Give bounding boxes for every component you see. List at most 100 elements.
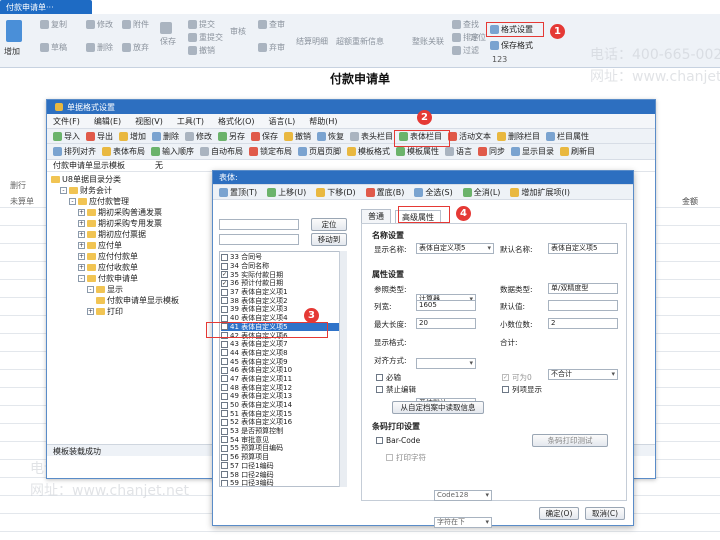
list-item[interactable]: 59 口径3编码: [221, 479, 345, 486]
checkbox[interactable]: [221, 375, 228, 383]
list-item[interactable]: ✓ 35 实际付款日期: [221, 270, 345, 279]
save-button[interactable]: 保存: [160, 22, 176, 47]
order-button-2[interactable]: 下移(D): [316, 187, 356, 198]
checkbox[interactable]: [376, 374, 383, 381]
collapse-icon[interactable]: -: [87, 286, 94, 293]
tb1-button-11[interactable]: 活动文本: [448, 131, 491, 142]
menu-item-4[interactable]: 格式化(O): [218, 116, 255, 127]
locate-button[interactable]: 定位: [470, 32, 486, 43]
integration-button[interactable]: 整账关联: [412, 36, 444, 47]
order-button-1[interactable]: 上移(U): [267, 187, 306, 198]
checkbox[interactable]: [221, 340, 228, 348]
default-value-input[interactable]: [548, 300, 618, 311]
barcode-type-select[interactable]: Code128: [434, 490, 492, 501]
tb2-button-7[interactable]: 模板属性: [396, 146, 439, 157]
expand-icon[interactable]: +: [78, 231, 85, 238]
tb2-button-4[interactable]: 锁定布局: [249, 146, 292, 157]
tb2-button-2[interactable]: 输入顺序: [151, 146, 194, 157]
checkbox[interactable]: [221, 288, 228, 296]
save-format-button[interactable]: 保存格式: [490, 39, 533, 52]
order-button-5[interactable]: 全消(L): [462, 187, 500, 198]
column-show-checkbox[interactable]: 列项显示: [502, 384, 542, 395]
list-item[interactable]: 55 预算项目编码: [221, 444, 345, 453]
ok-button[interactable]: 确定(O): [539, 507, 579, 520]
menu-item-3[interactable]: 工具(T): [177, 116, 204, 127]
display-format-select[interactable]: [416, 358, 476, 369]
window-titlebar[interactable]: 单据格式设置: [47, 100, 655, 114]
abandon-button[interactable]: 放弃: [122, 41, 149, 54]
menu-item-2[interactable]: 视图(V): [135, 116, 163, 127]
tb2-button-3[interactable]: 自动布局: [200, 146, 243, 157]
collapse-icon[interactable]: -: [69, 198, 76, 205]
tb2-button-10[interactable]: 显示目录: [511, 146, 554, 157]
copy-button[interactable]: 复制: [40, 18, 67, 31]
checkbox[interactable]: [386, 454, 393, 461]
add-button[interactable]: 增加: [4, 46, 20, 57]
list-item[interactable]: 52 表体自定义项16: [221, 418, 345, 427]
checkbox[interactable]: [502, 386, 509, 393]
list-item[interactable]: 50 表体自定义项14: [221, 401, 345, 410]
list-item[interactable]: 48 表体自定义项12: [221, 383, 345, 392]
checkbox[interactable]: [221, 418, 228, 426]
menu-item-5[interactable]: 语言(L): [269, 116, 296, 127]
list-item[interactable]: 57 口径1编码: [221, 462, 345, 471]
tb1-button-13[interactable]: 栏目属性: [546, 131, 589, 142]
order-button-0[interactable]: 置顶(T): [219, 187, 257, 198]
tb1-button-5[interactable]: 另存: [218, 131, 245, 142]
list-item[interactable]: 45 表体自定义项9: [221, 357, 345, 366]
checkbox[interactable]: ✓: [221, 271, 228, 279]
cancel-button[interactable]: 取消(C): [585, 507, 625, 520]
expand-icon[interactable]: +: [87, 308, 94, 315]
delete-button[interactable]: 删除: [86, 41, 113, 54]
print-char-select[interactable]: 字符在下: [434, 517, 492, 528]
move-to-button[interactable]: 移动到: [311, 233, 347, 246]
tb1-button-8[interactable]: 恢复: [317, 131, 344, 142]
settlement-detail-button[interactable]: 结算明细: [296, 36, 328, 47]
list-item[interactable]: 33 合同号: [221, 253, 345, 262]
checkbox[interactable]: [221, 436, 228, 444]
template-value[interactable]: 无: [155, 160, 163, 171]
checkbox[interactable]: [221, 314, 228, 322]
checkbox[interactable]: [221, 392, 228, 400]
list-item[interactable]: 46 表体自定义项10: [221, 366, 345, 375]
menu-item-6[interactable]: 帮助(H): [309, 116, 337, 127]
move-to-input[interactable]: [219, 234, 299, 245]
display-name-field[interactable]: 表体自定义项5: [416, 243, 494, 254]
decimals-input[interactable]: 2: [548, 318, 618, 329]
list-item[interactable]: 38 表体自定义项2: [221, 296, 345, 305]
tb2-button-5[interactable]: 页眉页脚: [298, 146, 341, 157]
tb2-button-9[interactable]: 同步: [478, 146, 505, 157]
expand-icon[interactable]: +: [78, 209, 85, 216]
expand-icon[interactable]: +: [78, 253, 85, 260]
tb1-button-3[interactable]: 删除: [152, 131, 179, 142]
checkbox[interactable]: ✓: [502, 374, 509, 381]
dialog-titlebar[interactable]: 表体:: [213, 171, 633, 184]
list-item[interactable]: 34 合同名称: [221, 262, 345, 271]
attachment-button[interactable]: 附件: [122, 18, 149, 31]
list-item[interactable]: 39 表体自定义项3: [221, 305, 345, 314]
list-item[interactable]: 51 表体自定义项15: [221, 409, 345, 418]
list-item[interactable]: 58 口径2编码: [221, 470, 345, 479]
forbid-edit-checkbox[interactable]: 禁止编辑: [376, 384, 416, 395]
find-button[interactable]: 查找: [452, 18, 479, 31]
checkbox[interactable]: [221, 366, 228, 374]
column-width-input[interactable]: 1605: [416, 300, 476, 311]
tb1-button-0[interactable]: 导入: [53, 131, 80, 142]
checkbox[interactable]: [221, 462, 228, 470]
max-length-input[interactable]: 20: [416, 318, 476, 329]
draft-button[interactable]: 草稿: [40, 41, 67, 54]
checkbox[interactable]: [221, 253, 228, 261]
checkbox[interactable]: [221, 262, 228, 270]
list-item[interactable]: 49 表体自定义项13: [221, 392, 345, 401]
checkbox[interactable]: [221, 384, 228, 392]
list-item[interactable]: ✓ 36 预计付款日期: [221, 279, 345, 288]
checkbox[interactable]: ✓: [221, 279, 228, 287]
barcode-test-button[interactable]: 条码打印测试: [532, 434, 608, 447]
column-list-scrollbar[interactable]: [339, 251, 347, 487]
tab-general[interactable]: 普通: [361, 209, 391, 224]
checkbox[interactable]: [376, 386, 383, 393]
total-select[interactable]: 不合计: [548, 369, 618, 380]
format-settings-button[interactable]: 格式设置: [490, 23, 533, 36]
checkbox[interactable]: [221, 349, 228, 357]
expand-icon[interactable]: +: [78, 242, 85, 249]
